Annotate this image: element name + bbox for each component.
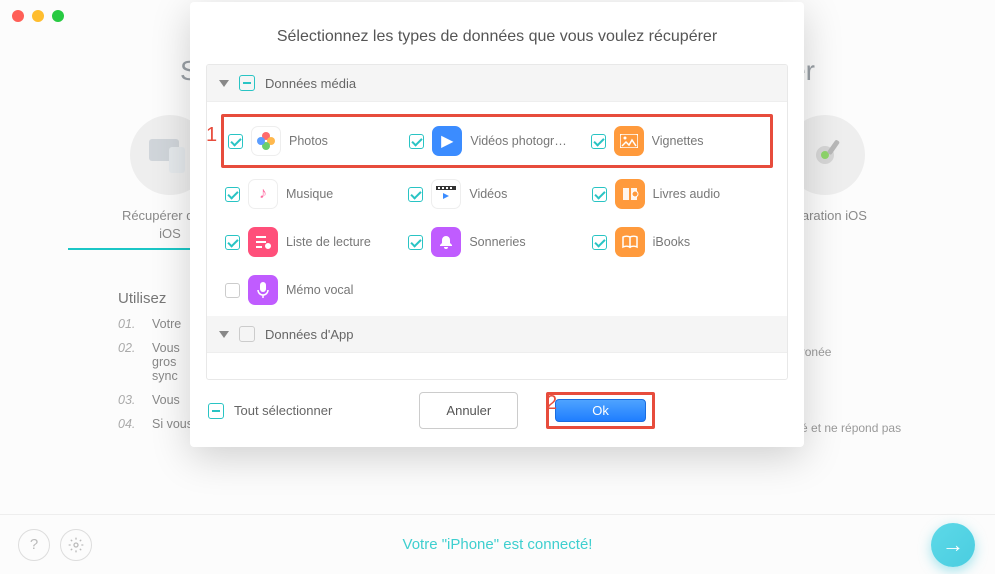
- checkbox-music[interactable]: [225, 187, 240, 202]
- annotation-1: 1: [206, 124, 217, 147]
- voicememo-icon: [248, 275, 278, 305]
- highlight-ok: Ok: [546, 392, 655, 429]
- ringtone-icon: [431, 227, 461, 257]
- media-items: Photos ▶ Vidéos photograp… Vignettes: [207, 102, 787, 316]
- section-app-header[interactable]: Données d'App: [207, 316, 787, 353]
- item-label: Vignettes: [652, 134, 704, 148]
- item-label: Photos: [289, 134, 328, 148]
- checkbox-voicememo[interactable]: [225, 283, 240, 298]
- ok-button[interactable]: Ok: [555, 399, 646, 422]
- highlight-row-1: Photos ▶ Vidéos photograp… Vignettes: [221, 114, 773, 168]
- ibooks-icon: [615, 227, 645, 257]
- item-label: Mémo vocal: [286, 283, 353, 297]
- item-playlist[interactable]: Liste de lecture: [225, 227, 402, 257]
- select-data-modal: Sélectionnez les types de données que vo…: [190, 2, 804, 447]
- collapse-icon: [219, 80, 229, 87]
- zoom-window-button[interactable]: [52, 10, 64, 22]
- annotation-2: 2: [546, 392, 557, 415]
- section-app-label: Données d'App: [265, 327, 354, 342]
- help-button[interactable]: ?: [18, 529, 50, 561]
- videos-icon: [431, 179, 461, 209]
- footer-left-buttons: ?: [18, 529, 92, 561]
- checkbox-playlist[interactable]: [225, 235, 240, 250]
- video-photo-icon: ▶: [432, 126, 462, 156]
- thumbnails-icon: [614, 126, 644, 156]
- select-all-row[interactable]: Tout sélectionner: [208, 403, 332, 419]
- checkbox-videophoto[interactable]: [409, 134, 424, 149]
- item-photos[interactable]: Photos: [228, 126, 403, 156]
- select-all-label: Tout sélectionner: [234, 403, 332, 418]
- window-controls: [12, 10, 64, 22]
- collapse-icon: [219, 331, 229, 338]
- minimize-window-button[interactable]: [32, 10, 44, 22]
- modal-body: Données média Photos ▶ Vidéos photog: [206, 64, 788, 380]
- item-music[interactable]: ♪ Musique: [225, 179, 402, 209]
- item-voicememo[interactable]: Mémo vocal: [225, 275, 402, 305]
- checkbox-audiobooks[interactable]: [592, 187, 607, 202]
- modal-footer: Tout sélectionner Annuler Ok: [190, 380, 804, 447]
- settings-button[interactable]: [60, 529, 92, 561]
- checkbox-vignettes[interactable]: [591, 134, 606, 149]
- section-media-label: Données média: [265, 76, 356, 91]
- select-all-checkbox[interactable]: [208, 403, 224, 419]
- playlist-icon: [248, 227, 278, 257]
- item-label: Sonneries: [469, 235, 525, 249]
- photos-icon: [251, 126, 281, 156]
- next-button[interactable]: →: [931, 523, 975, 567]
- item-audiobooks[interactable]: Livres audio: [592, 179, 769, 209]
- checkbox-ringtone[interactable]: [408, 235, 423, 250]
- item-videophoto[interactable]: ▶ Vidéos photograp…: [409, 126, 584, 156]
- modal-title: Sélectionnez les types de données que vo…: [190, 2, 804, 64]
- item-label: iBooks: [653, 235, 691, 249]
- audiobooks-icon: [615, 179, 645, 209]
- connection-status: Votre "iPhone" est connecté!: [403, 536, 593, 553]
- item-label: Liste de lecture: [286, 235, 371, 249]
- cancel-button[interactable]: Annuler: [419, 392, 518, 429]
- checkbox-photos[interactable]: [228, 134, 243, 149]
- footer-bar: ? Votre "iPhone" est connecté! →: [0, 514, 995, 574]
- close-window-button[interactable]: [12, 10, 24, 22]
- item-ringtone[interactable]: Sonneries: [408, 227, 585, 257]
- item-label: Musique: [286, 187, 333, 201]
- section-app-checkbox[interactable]: [239, 326, 255, 342]
- section-media-header[interactable]: Données média: [207, 65, 787, 102]
- item-videos[interactable]: Vidéos: [408, 179, 585, 209]
- item-ibooks[interactable]: iBooks: [592, 227, 769, 257]
- item-label: Livres audio: [653, 187, 720, 201]
- section-media-checkbox[interactable]: [239, 75, 255, 91]
- item-vignettes[interactable]: Vignettes: [591, 126, 766, 156]
- checkbox-videos[interactable]: [408, 187, 423, 202]
- music-icon: ♪: [248, 179, 278, 209]
- item-label: Vidéos: [469, 187, 507, 201]
- checkbox-ibooks[interactable]: [592, 235, 607, 250]
- item-label: Vidéos photograp…: [470, 134, 570, 148]
